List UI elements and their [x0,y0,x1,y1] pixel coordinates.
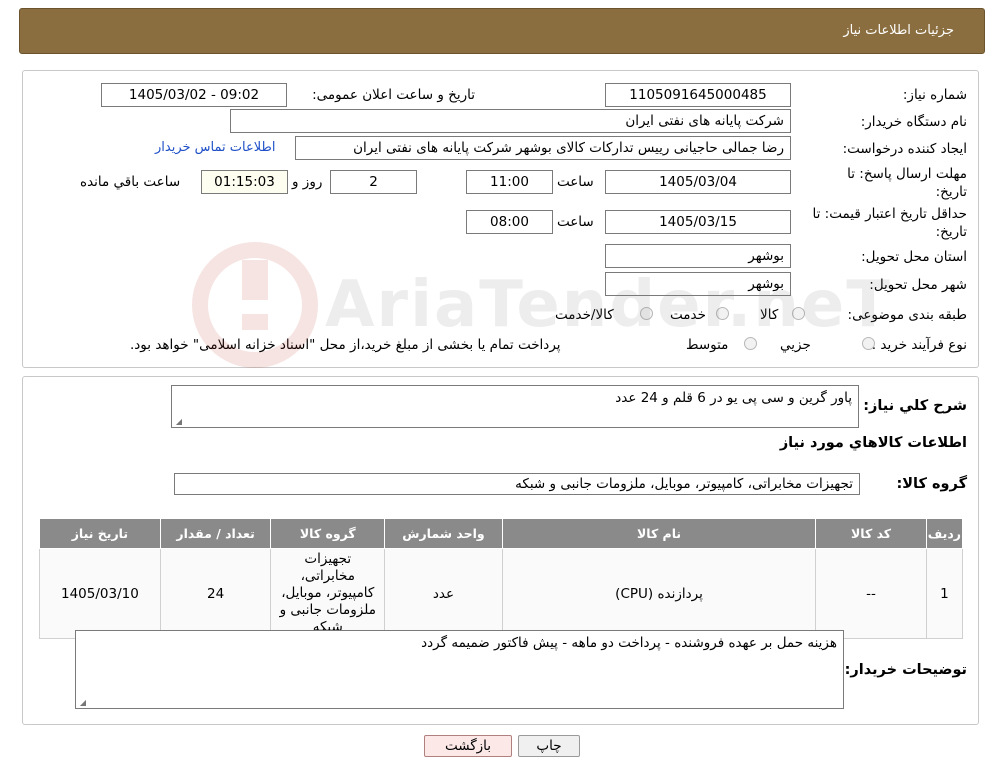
province-field: بوشهر [605,244,791,268]
category-service-radio[interactable] [716,307,729,320]
category-goods-service-radio[interactable] [640,307,653,320]
print-button[interactable]: چاپ [518,735,580,757]
category-service-label: خدمت [670,307,706,323]
cell-date: 1405/03/10 [39,548,161,639]
cell-row: 1 [925,548,964,639]
description-field: پاور گرین و سی پی یو در 6 قلم و 24 عدد ◢ [171,385,859,428]
items-table: رديف کد کالا نام کالا واحد شمارش گروه کا… [39,518,964,639]
city-label: شهر محل تحویل: [869,277,967,293]
validity-time-field: 08:00 [466,210,553,234]
col-unit-header: واحد شمارش [384,518,503,549]
process-medium-radio[interactable] [744,337,757,350]
resize-grip-icon[interactable]: ◢ [174,418,182,426]
cell-unit: عدد [384,548,503,639]
requester-field: رضا جمالی حاجیانی رییس تدارکات کالای بوش… [295,136,791,160]
remaining-time-field: 01:15:03 [201,170,288,194]
process-partial-label: جزیي [780,337,811,353]
validity-time-label: ساعت [557,214,594,230]
category-goods-radio[interactable] [792,307,805,320]
announce-datetime-field: 1405/03/02 - 09:02 [101,83,287,107]
col-qty-header: تعداد / مقدار [159,518,272,549]
buyer-notes-label: توضیحات خریدار: [844,662,967,678]
col-group-header: گروه کالا [270,518,386,549]
page-title: جزئیات اطلاعات نیاز [843,23,954,38]
days-remaining-field: 2 [330,170,417,194]
deadline-time-field: 11:00 [466,170,553,194]
table-row: 1 -- پردازنده (CPU) عدد تجهیزات مخابراتی… [39,548,964,639]
resize-grip-icon[interactable]: ◢ [78,699,86,707]
col-date-header: تاريخ نياز [39,518,161,549]
validity-label-line2: تاریخ: [935,224,967,240]
items-table-header: رديف کد کالا نام کالا واحد شمارش گروه کا… [39,518,964,549]
cell-code: -- [815,548,927,639]
buyer-org-label: نام دستگاه خریدار: [860,114,967,130]
buyer-org-field: شرکت پایانه های نفتی ایران [230,109,791,133]
back-button[interactable]: بازگشت [424,735,512,757]
cell-qty: 24 [159,548,272,639]
deadline-date-field: 1405/03/04 [605,170,791,194]
deadline-label-line1: مهلت ارسال پاسخ: تا [847,166,967,182]
col-name-header: نام کالا [501,518,817,549]
description-text: پاور گرین و سی پی یو در 6 قلم و 24 عدد [615,390,852,406]
city-field: بوشهر [605,272,791,296]
col-row-header: رديف [925,518,964,549]
category-goods-label: کالا [760,307,779,323]
cell-name: پردازنده (CPU) [501,548,817,639]
process-note: پرداخت تمام یا بخشی از مبلغ خرید،از محل … [130,337,561,353]
goods-group-label: گروه کالا: [896,476,967,492]
category-label: طبقه بندی موضوعی: [847,307,967,323]
buyer-contact-link[interactable]: اطلاعات تماس خریدار [155,140,275,155]
requester-label: ایجاد کننده درخواست: [842,141,967,157]
goods-info-title: اطلاعات کالاهاي مورد نياز [779,435,967,451]
need-number-field: 1105091645000485 [605,83,791,107]
deadline-time-label: ساعت [557,174,594,190]
col-code-header: کد کالا [815,518,927,549]
province-label: استان محل تحویل: [861,249,967,265]
deadline-label-line2: تاریخ: [935,184,967,200]
process-partial-radio[interactable] [862,337,875,350]
process-label: نوع فرآیند خرید : [871,337,967,353]
remaining-time-label: ساعت باقي مانده [80,174,181,190]
validity-label-line1: حداقل تاریخ اعتبار قیمت: تا [812,206,967,222]
goods-group-field: تجهیزات مخابراتی، کامپیوتر، موبایل، ملزو… [174,473,860,495]
cell-group: تجهیزات مخابراتی، کامپیوتر، موبایل، ملزو… [270,548,386,639]
buyer-notes-field: هزینه حمل بر عهده فروشنده - پرداخت دو ما… [75,630,844,709]
announce-datetime-label: تاریخ و ساعت اعلان عمومی: [312,87,475,103]
buyer-notes-text: هزینه حمل بر عهده فروشنده - پرداخت دو ما… [421,635,837,651]
category-goods-service-label: کالا/خدمت [555,307,614,323]
description-label: شرح کلي نياز: [863,398,967,414]
need-number-label: شماره نیاز: [902,87,967,103]
days-label: روز و [292,174,323,190]
process-medium-label: متوسط [686,337,729,353]
validity-date-field: 1405/03/15 [605,210,791,234]
page-header: جزئیات اطلاعات نیاز [19,8,985,54]
